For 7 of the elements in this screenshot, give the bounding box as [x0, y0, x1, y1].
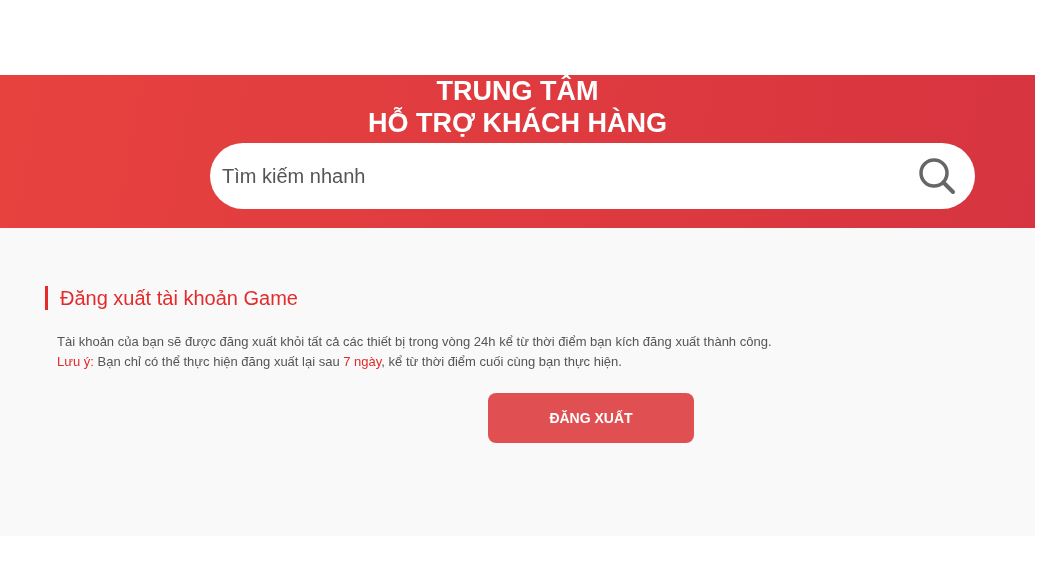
logout-button[interactable]: ĐĂNG XUẤT: [488, 393, 694, 443]
section-heading: Đăng xuất tài khoản Game: [45, 286, 1035, 310]
page-title: TRUNG TÂM HỖ TRỢ KHÁCH HÀNG: [368, 75, 667, 139]
info-text: Tài khoản của bạn sẽ được đăng xuất khỏi tất cả các thiết bị trong vòng 24h kể từ thời điểm bạn kích đăng xuất thành công.: [56, 333, 773, 351]
search-icon[interactable]: [917, 156, 957, 196]
info-text: Lưu ý: Bạn chỉ có thể thực hiện đăng xuất lại sau 7 ngày, kể từ thời điểm cuối cùng bạn thực hiện.: [56, 353, 623, 371]
search-field[interactable]: Tìm kiếm nhanh: [210, 143, 975, 209]
